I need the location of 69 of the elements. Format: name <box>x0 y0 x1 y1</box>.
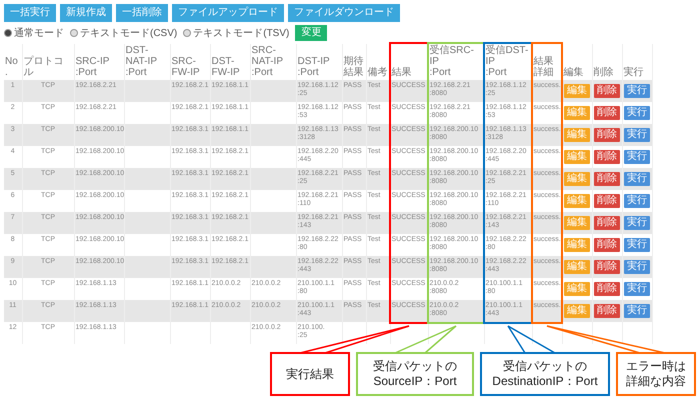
column-header: 備考 <box>368 67 388 78</box>
toolbar-button[interactable]: 一括実行 <box>4 4 56 22</box>
edit-button[interactable]: 編集 <box>564 216 590 230</box>
radio-label: 通常モード <box>14 26 64 40</box>
radio-label: テキストモード(CSV) <box>80 26 178 40</box>
delete-button[interactable]: 削除 <box>594 128 620 142</box>
edit-button[interactable]: 編集 <box>564 84 590 98</box>
column-header: DST-FW-IP <box>212 56 241 78</box>
column-header: SRC-FW-IP <box>172 56 201 78</box>
run-button[interactable]: 実行 <box>624 128 650 142</box>
delete-button[interactable]: 削除 <box>594 106 620 120</box>
delete-button[interactable]: 削除 <box>594 282 620 296</box>
toolbar-button[interactable]: ファイルダウンロード <box>288 4 400 22</box>
radio-button[interactable] <box>70 29 78 37</box>
column-header: DST-IP :Port <box>298 56 331 78</box>
column-header: プロトコル <box>24 56 64 78</box>
delete-button[interactable]: 削除 <box>594 216 620 230</box>
run-button[interactable]: 実行 <box>624 260 650 274</box>
edit-button[interactable]: 編集 <box>564 282 590 296</box>
delete-button[interactable]: 削除 <box>594 194 620 208</box>
run-button[interactable]: 実行 <box>624 84 650 98</box>
run-button[interactable]: 実行 <box>624 304 650 318</box>
toolbar-button[interactable]: 新規作成 <box>60 4 112 22</box>
column-header: No. <box>5 56 19 78</box>
run-button[interactable]: 実行 <box>624 150 650 164</box>
radio-button[interactable] <box>4 29 12 37</box>
column-header: 受信SRC-IP :Port <box>430 45 475 78</box>
callout-text: 詳細な内容 <box>626 374 686 389</box>
column-header: SRC-IP :Port <box>76 56 110 78</box>
delete-button[interactable]: 削除 <box>594 260 620 274</box>
column-header: 削除 <box>594 67 614 78</box>
callout-text: 受信パケットの <box>503 359 587 374</box>
callout-text: SourceIP：Port <box>373 374 457 389</box>
edit-button[interactable]: 編集 <box>564 150 590 164</box>
run-button[interactable]: 実行 <box>624 194 650 208</box>
edit-button[interactable]: 編集 <box>564 260 590 274</box>
delete-button[interactable]: 削除 <box>594 238 620 252</box>
delete-button[interactable]: 削除 <box>594 84 620 98</box>
edit-button[interactable]: 編集 <box>564 106 590 120</box>
run-button[interactable]: 実行 <box>624 216 650 230</box>
run-button[interactable]: 実行 <box>624 282 650 296</box>
callout-text: 受信パケットの <box>373 359 457 374</box>
callout-text: 実行結果 <box>286 366 334 382</box>
column-header: SRC-NAT-IP :Port <box>252 45 284 78</box>
radio-label: テキストモード(TSV) <box>193 26 290 40</box>
edit-button[interactable]: 編集 <box>564 172 590 186</box>
delete-button[interactable]: 削除 <box>594 150 620 164</box>
column-header: DST-NAT-IP :Port <box>126 45 158 78</box>
run-button[interactable]: 実行 <box>624 106 650 120</box>
toolbar-button[interactable]: ファイルアップロード <box>172 4 284 22</box>
run-button[interactable]: 実行 <box>624 172 650 186</box>
apply-button[interactable]: 変更 <box>295 25 328 41</box>
column-header: 受信DST-IP :Port <box>486 45 530 78</box>
column-header: 編集 <box>564 67 584 78</box>
edit-button[interactable]: 編集 <box>564 128 590 142</box>
run-button[interactable]: 実行 <box>624 238 650 252</box>
toolbar-button[interactable]: 一括削除 <box>116 4 168 22</box>
radio-button[interactable] <box>183 29 192 37</box>
column-header: 結果 <box>392 67 412 78</box>
callout-text: DestinationIP：Port <box>492 374 598 389</box>
edit-button[interactable]: 編集 <box>564 304 590 318</box>
edit-button[interactable]: 編集 <box>564 238 590 252</box>
column-header: 期待結果 <box>344 56 364 78</box>
edit-button[interactable]: 編集 <box>564 194 590 208</box>
delete-button[interactable]: 削除 <box>594 304 620 318</box>
delete-button[interactable]: 削除 <box>594 172 620 186</box>
column-header: 結果詳細 <box>534 56 554 78</box>
callout-text: エラー時は <box>626 359 686 374</box>
column-header: 実行 <box>624 67 644 78</box>
